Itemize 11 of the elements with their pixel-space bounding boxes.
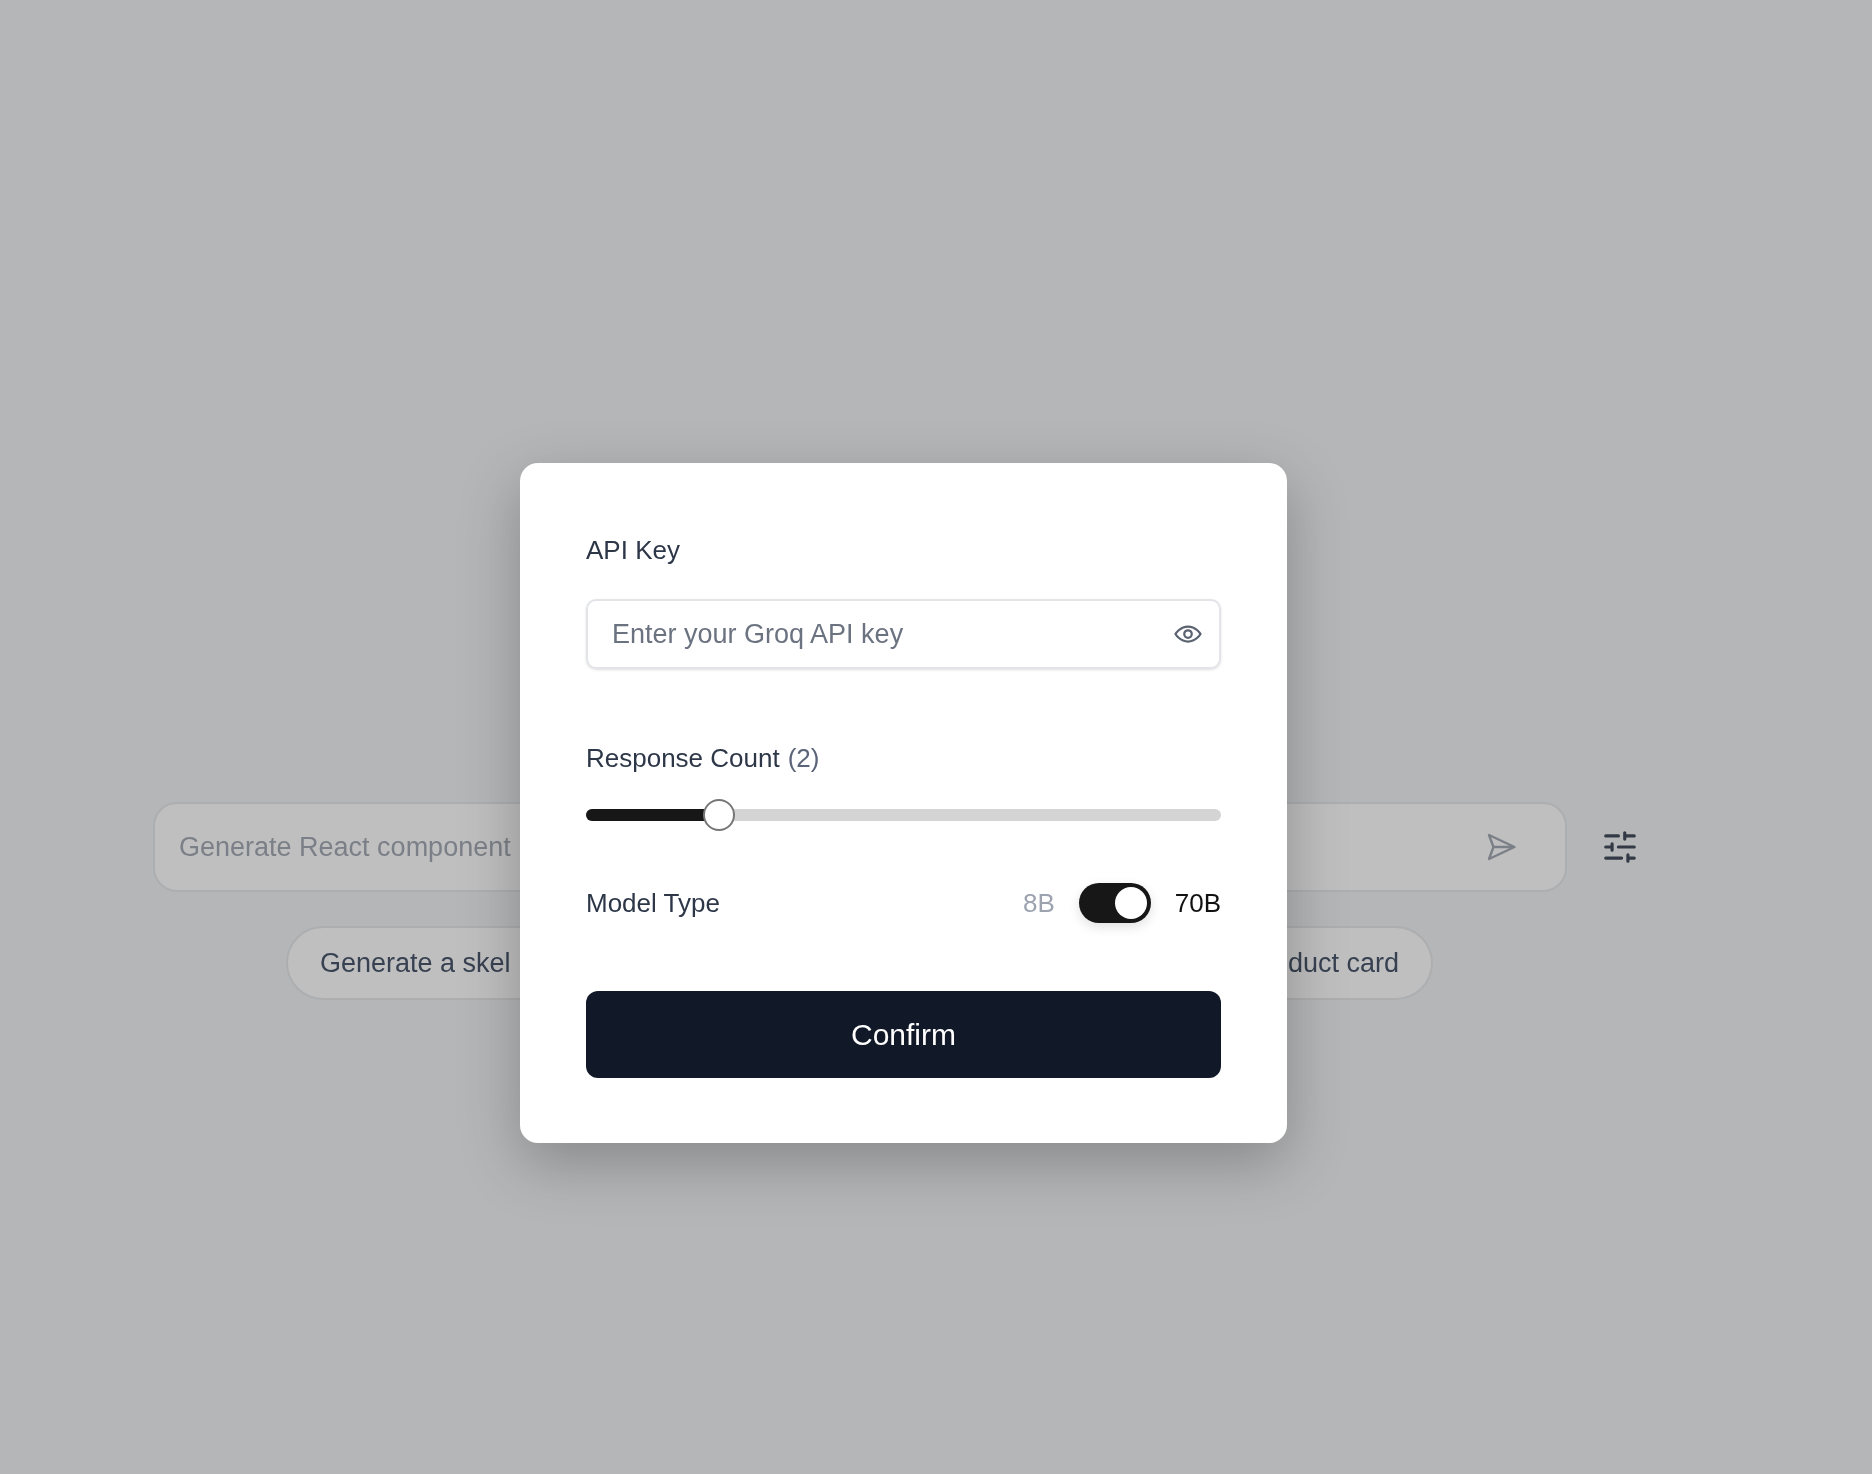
confirm-button[interactable]: Confirm: [586, 991, 1221, 1078]
field-label: API Key: [586, 537, 681, 563]
slider-thumb[interactable]: [703, 799, 736, 831]
sliders-icon[interactable]: [1601, 828, 1639, 866]
api-key-field[interactable]: Enter your Groq API key: [586, 599, 1221, 669]
field-label: Model Type: [586, 886, 721, 920]
model-toggle[interactable]: [1078, 883, 1151, 923]
option-label: 8B: [1022, 886, 1055, 920]
count-value: (2): [787, 745, 820, 771]
option-label: 70B: [1174, 886, 1221, 920]
field-label: Response Count: [586, 745, 780, 771]
